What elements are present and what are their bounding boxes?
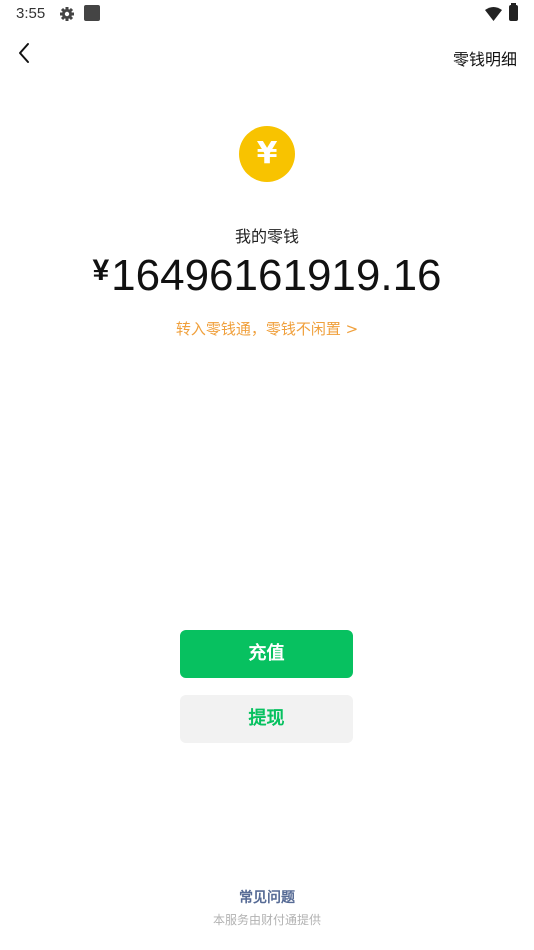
coin-icon: ¥ [239, 126, 295, 182]
withdraw-button[interactable]: 提现 [180, 695, 353, 743]
provider-note: 本服务由财付通提供 [212, 913, 321, 927]
battery-icon [509, 3, 518, 21]
yuan-symbol: ¥ [256, 136, 278, 171]
wifi-icon [485, 6, 502, 21]
lingqiantong-promo-link[interactable]: 转入零钱通，零钱不闲置 > [0, 318, 534, 339]
status-bar: 3:55 [0, 0, 534, 28]
status-time: 3:55 [16, 5, 46, 22]
balance-amount: ¥16496161919.16 [0, 251, 534, 301]
recharge-button[interactable]: 充值 [180, 630, 353, 678]
balance-label: 我的零钱 [234, 227, 299, 246]
currency-symbol: ¥ [92, 254, 110, 287]
faq-link[interactable]: 常见问题 [0, 887, 534, 907]
chevron-left-icon[interactable] [14, 40, 36, 66]
amount-value: 16496161919.16 [111, 251, 442, 300]
gear-icon [59, 6, 75, 22]
square-notification-icon [84, 5, 100, 21]
change-details-link[interactable]: 零钱明细 [453, 46, 517, 70]
